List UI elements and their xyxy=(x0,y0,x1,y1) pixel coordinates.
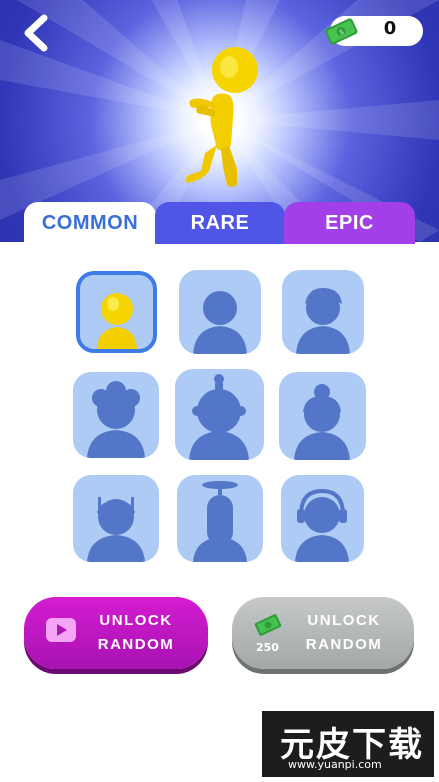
skin-card-locked[interactable] xyxy=(175,369,264,460)
silhouette-diver-helmet-icon xyxy=(189,374,249,460)
silhouette-antenna-icon xyxy=(87,497,145,562)
tab-epic[interactable]: EPIC xyxy=(284,202,415,244)
unlock-label-line1: UNLOCK xyxy=(99,612,173,629)
watermark-url: www.yuanpi.com xyxy=(288,758,382,771)
silhouette-bun-hair-icon xyxy=(294,384,350,460)
tab-rare[interactable]: RARE xyxy=(155,202,285,244)
silhouette-short-hair-icon xyxy=(296,288,350,354)
unlock-label-line2: RANDOM xyxy=(305,636,383,653)
skin-card-selected[interactable] xyxy=(76,271,157,353)
unlock-label-line1: UNLOCK xyxy=(307,612,381,629)
skin-card-locked[interactable] xyxy=(73,372,159,458)
silhouette-propeller-hat-icon xyxy=(193,481,247,562)
cash-icon xyxy=(254,614,282,636)
skin-card-locked[interactable] xyxy=(179,270,261,354)
skin-card-locked[interactable] xyxy=(282,270,364,354)
watermark: 元皮下载 www.yuanpi.com xyxy=(262,711,434,777)
skin-card-locked[interactable] xyxy=(281,475,364,562)
unlock-label-line2: RANDOM xyxy=(97,636,175,653)
silhouette-headphones-icon xyxy=(295,488,349,562)
video-ad-icon xyxy=(46,618,76,642)
unlock-random-label: UNLOCK RANDOM xyxy=(294,609,394,657)
unlock-random-label: UNLOCK RANDOM xyxy=(86,609,186,657)
unlock-random-ad-button[interactable]: UNLOCK RANDOM xyxy=(24,597,208,669)
unlock-cost: 250 xyxy=(256,641,279,654)
tab-common[interactable]: COMMON xyxy=(24,202,156,244)
cash-icon: $ xyxy=(325,18,358,45)
yellow-stickman-icon xyxy=(185,47,258,187)
silhouette-curly-hair-icon xyxy=(87,381,145,458)
back-chevron-icon[interactable] xyxy=(18,12,54,54)
silhouette-plain-icon xyxy=(193,291,247,354)
unlock-random-cash-button[interactable]: 250 UNLOCK RANDOM xyxy=(232,597,414,669)
skin-card-locked[interactable] xyxy=(177,475,263,562)
yellow-character-icon xyxy=(97,293,137,349)
currency-value: 0 xyxy=(383,18,397,39)
skin-card-locked[interactable] xyxy=(279,372,366,460)
skin-card-locked[interactable] xyxy=(73,475,159,562)
